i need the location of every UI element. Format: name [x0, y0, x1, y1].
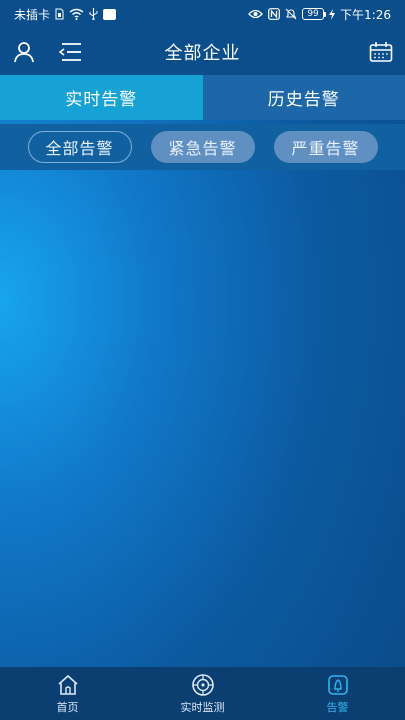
status-right: 99 下午1:26	[248, 6, 391, 23]
tab-realtime-alarms[interactable]: 实时告警	[0, 75, 203, 120]
nav-home-label: 首页	[56, 700, 79, 714]
alarm-filter-bar: 全部告警 紧急告警 严重告警	[0, 124, 405, 170]
nav-realtime-monitor[interactable]: 实时监测	[135, 667, 270, 720]
tab-history-alarms[interactable]: 历史告警	[202, 75, 405, 120]
status-bar: 未插卡 99 下午1:26	[0, 0, 405, 28]
mute-bell-icon	[285, 8, 297, 20]
menu-collapse-icon	[58, 43, 81, 61]
wifi-icon	[69, 8, 84, 20]
notification-app-icon	[103, 8, 117, 20]
user-icon	[14, 42, 34, 63]
carrier-label: 未插卡	[14, 7, 51, 22]
filter-urgent-alarms[interactable]: 紧急告警	[150, 131, 255, 163]
nav-alarms-label: 告警	[326, 700, 349, 714]
clock-time: 下午1:26	[340, 7, 391, 22]
nfc-icon	[268, 8, 280, 20]
charging-icon	[329, 8, 336, 20]
calendar-button[interactable]	[367, 38, 395, 66]
battery-indicator: 99	[302, 8, 327, 20]
nav-realtime-monitor-label: 实时监测	[180, 700, 225, 714]
nav-home[interactable]: 首页	[0, 667, 135, 720]
alarm-tabs: 实时告警 历史告警	[0, 75, 405, 120]
calendar-icon	[369, 42, 393, 62]
filter-severe-alarms[interactable]: 严重告警	[273, 131, 378, 163]
battery-level: 99	[307, 9, 319, 19]
usb-icon	[89, 8, 98, 20]
sim-icon	[55, 8, 64, 20]
alarm-list-area	[0, 170, 405, 667]
monitor-icon	[191, 673, 215, 697]
menu-toggle-button[interactable]	[56, 38, 84, 66]
app-header: 全部企业	[0, 28, 405, 75]
filter-all-alarms[interactable]: 全部告警	[27, 131, 132, 163]
bottom-navigation: 首页 实时监测 告警	[0, 667, 405, 720]
user-profile-button[interactable]	[10, 38, 38, 66]
alarm-icon	[326, 673, 350, 697]
app-screen: 未插卡 99 下午1:26 全部企业 实时告警 历史告警 全部告警 紧急告警 严…	[0, 0, 405, 720]
home-icon	[56, 673, 80, 697]
status-left: 未插卡	[14, 6, 117, 23]
page-title: 全部企业	[164, 42, 241, 64]
eye-icon	[248, 9, 263, 19]
nav-alarms[interactable]: 告警	[270, 667, 405, 720]
